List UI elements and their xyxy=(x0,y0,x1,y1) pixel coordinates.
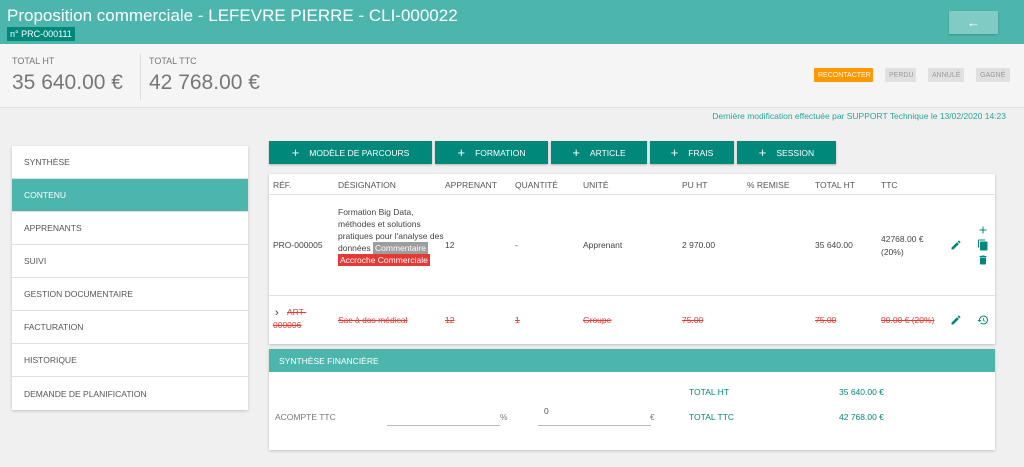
row1-duplicate-button[interactable] xyxy=(976,238,990,252)
acompte-amount-input[interactable]: 0 xyxy=(538,406,651,426)
proposal-code-badge: n° PRC-000111 xyxy=(7,27,75,41)
column-header-apprenant: APPRENANT xyxy=(445,180,497,190)
trash-icon xyxy=(979,255,987,265)
last-modified-text: Dernière modification effectuée par SUPP… xyxy=(712,111,1006,121)
row1-quantite: - xyxy=(515,240,518,250)
row1-ttc-amount: 42768.00 € xyxy=(881,234,924,244)
status-annule-button[interactable]: ANNULÉ xyxy=(928,68,964,82)
financial-summary-card: SYNTHÈSE FINANCIÈRE ACOMPTE TTC % 0 € TO… xyxy=(269,349,995,450)
financial-summary-title: SYNTHÈSE FINANCIÈRE xyxy=(269,349,995,372)
column-header-ref: RÉF. xyxy=(273,180,292,190)
row2-ref-line2: 000006 xyxy=(273,320,302,330)
row1-delete-button[interactable] xyxy=(976,253,990,267)
row2-total-ht: 75.00 xyxy=(815,315,837,325)
column-header-designation: DÉSIGNATION xyxy=(338,180,396,190)
finance-total-ht-label: TOTAL HT xyxy=(689,387,729,397)
total-ht-label: TOTAL HT xyxy=(12,56,55,66)
copy-icon xyxy=(978,239,988,251)
row2-expand-chevron-icon[interactable]: › xyxy=(275,307,279,319)
pencil-icon xyxy=(951,315,961,325)
nav-item-historique[interactable]: HISTORIQUE xyxy=(12,344,248,377)
status-gagne-button[interactable]: GAGNÉ xyxy=(976,68,1010,82)
column-header-ttc: TTC xyxy=(881,180,898,190)
add-frais-label: FRAIS xyxy=(688,147,714,158)
status-perdu-button[interactable]: PERDU xyxy=(885,68,916,82)
row2-quantite: 1 xyxy=(515,315,520,325)
add-modele-parcours-button[interactable]: + MODÈLE DE PARCOURS xyxy=(269,141,432,164)
row2-pu-ht: 75.00 xyxy=(682,315,704,325)
acompte-amount-value: 0 xyxy=(544,406,549,416)
column-header-quantite: QUANTITÉ xyxy=(515,180,558,190)
nav-item-synthese[interactable]: SYNTHÈSE xyxy=(12,146,248,179)
plus-icon: + xyxy=(758,145,767,160)
percent-symbol: % xyxy=(500,412,508,422)
totals-bar: TOTAL HT 35 640.00 € TOTAL TTC 42 768.00… xyxy=(0,44,1024,108)
nav-item-apprenants[interactable]: APPRENANTS xyxy=(12,212,248,245)
row2-edit-button[interactable] xyxy=(949,313,963,327)
add-session-button[interactable]: + SESSION xyxy=(737,141,836,164)
row1-unite: Apprenant xyxy=(583,240,623,250)
total-ttc-value: 42 768.00 € xyxy=(149,71,260,94)
acompte-label: ACOMPTE TTC xyxy=(275,412,336,422)
plus-icon xyxy=(979,226,987,234)
row1-add-button[interactable] xyxy=(976,223,990,237)
column-header-pu-ht: PU HT xyxy=(682,180,708,190)
nav-item-gestion-documentaire[interactable]: GESTION DOCUMENTAIRE xyxy=(12,278,248,311)
add-modele-parcours-label: MODÈLE DE PARCOURS xyxy=(309,147,410,158)
pencil-icon xyxy=(951,240,961,250)
total-ttc-block: TOTAL TTC 42 768.00 € xyxy=(149,56,260,95)
nav-item-facturation[interactable]: FACTURATION xyxy=(12,311,248,344)
total-ht-value: 35 640.00 € xyxy=(12,71,123,94)
row1-designation: Formation Big Data, méthodes et solution… xyxy=(338,206,448,266)
row2-unite: Groupe xyxy=(583,315,612,325)
add-formation-button[interactable]: + FORMATION xyxy=(435,141,548,164)
arrow-left-icon: ← xyxy=(967,15,980,30)
history-icon xyxy=(977,315,988,325)
content-table: RÉF. DÉSIGNATION APPRENANT QUANTITÉ UNIT… xyxy=(269,174,995,344)
finance-total-ttc-label: TOTAL TTC xyxy=(689,412,735,422)
total-ttc-label: TOTAL TTC xyxy=(149,56,197,66)
page-title: Proposition commerciale - LEFEVRE PIERRE… xyxy=(7,6,458,25)
row2-restore-button[interactable] xyxy=(976,313,990,327)
row1-total-ht: 35 640.00 xyxy=(815,240,853,250)
plus-icon: + xyxy=(457,145,466,160)
row2-apprenant: 12 xyxy=(445,315,455,325)
add-article-label: ARTICLE xyxy=(589,147,626,158)
plus-icon: + xyxy=(670,145,679,160)
row-divider xyxy=(269,295,995,296)
finance-total-ht-value: 35 640.00 € xyxy=(839,387,884,397)
page-header: Proposition commerciale - LEFEVRE PIERRE… xyxy=(0,0,1024,44)
totals-divider xyxy=(140,54,141,100)
finance-total-ttc-value: 42 768.00 € xyxy=(839,412,884,422)
nav-item-suivi[interactable]: SUIVI xyxy=(12,245,248,278)
row2-designation: Sac à dos médical xyxy=(338,315,408,325)
add-frais-button[interactable]: + FRAIS xyxy=(650,141,734,164)
plus-icon: + xyxy=(291,145,300,160)
row1-ttc-rate: (20%) xyxy=(881,247,904,257)
column-header-total-ht: TOTAL HT xyxy=(815,180,855,190)
status-recontacter-button[interactable]: RECONTACTER xyxy=(814,68,873,82)
column-header-unite: UNITÉ xyxy=(583,180,609,190)
accroche-tag[interactable]: Accroche Commerciale xyxy=(338,254,430,266)
nav-item-demande-planification[interactable]: DEMANDE DE PLANIFICATION xyxy=(12,377,248,410)
row2-ref-line1: ART- xyxy=(287,307,307,317)
euro-symbol: € xyxy=(650,412,655,422)
back-button[interactable]: ← xyxy=(949,11,998,34)
header-divider xyxy=(269,194,995,195)
row1-edit-button[interactable] xyxy=(949,238,963,252)
acompte-percent-input[interactable] xyxy=(387,412,500,426)
comment-tag[interactable]: Commentaire xyxy=(373,242,429,254)
row1-pu-ht: 2 970.00 xyxy=(682,240,716,250)
add-session-label: SESSION xyxy=(776,147,815,158)
row2-ttc: 90.00 € (20%) xyxy=(881,315,935,325)
add-article-button[interactable]: + ARTICLE xyxy=(551,141,647,164)
row1-ref: PRO-000005 xyxy=(273,240,323,250)
plus-icon: + xyxy=(572,145,580,160)
row1-apprenant: 12 xyxy=(445,240,455,250)
add-formation-label: FORMATION xyxy=(475,147,526,158)
column-header-remise: % REMISE xyxy=(747,180,790,190)
side-navigation: SYNTHÈSE CONTENU APPRENANTS SUIVI GESTIO… xyxy=(12,146,248,410)
total-ht-block: TOTAL HT 35 640.00 € xyxy=(12,56,123,95)
nav-item-contenu[interactable]: CONTENU xyxy=(12,179,248,212)
